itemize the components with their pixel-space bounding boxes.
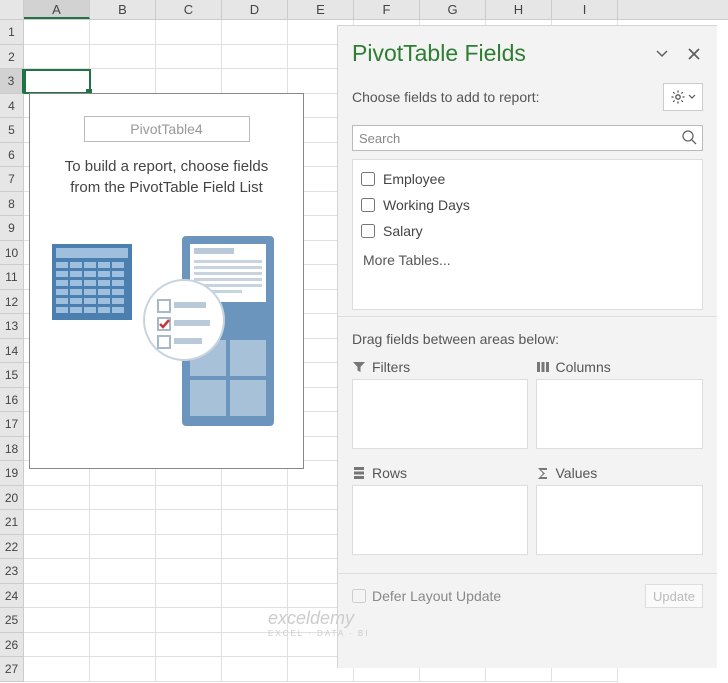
column-header-B[interactable]: B (90, 0, 156, 19)
columns-area: Columns (528, 355, 704, 461)
pane-menu-button[interactable] (653, 45, 671, 63)
column-headers: ABCDEFGHI (0, 0, 728, 20)
field-item-employee[interactable]: Employee (361, 166, 694, 192)
column-header-G[interactable]: G (420, 0, 486, 19)
column-header-I[interactable]: I (552, 0, 618, 19)
row-header-24[interactable]: 24 (0, 584, 24, 609)
row-header-26[interactable]: 26 (0, 633, 24, 658)
pivottable-illustration (30, 230, 303, 430)
field-list: Employee Working Days Salary More Tables… (352, 159, 703, 310)
sigma-icon (536, 466, 550, 480)
pivottable-name-box: PivotTable4 (84, 116, 250, 142)
column-header-C[interactable]: C (156, 0, 222, 19)
values-area: Values (528, 461, 704, 567)
column-header-H[interactable]: H (486, 0, 552, 19)
row-header-8[interactable]: 8 (0, 192, 24, 217)
column-header-A[interactable]: A (24, 0, 90, 19)
column-header-F[interactable]: F (354, 0, 420, 19)
row-header-6[interactable]: 6 (0, 143, 24, 168)
pane-title: PivotTable Fields (352, 40, 639, 67)
search-icon (681, 129, 697, 150)
filters-area: Filters (352, 355, 528, 461)
field-checkbox[interactable] (361, 172, 375, 186)
row-header-17[interactable]: 17 (0, 412, 24, 437)
row-header-10[interactable]: 10 (0, 241, 24, 266)
row-header-25[interactable]: 25 (0, 608, 24, 633)
row-header-12[interactable]: 12 (0, 290, 24, 315)
row-header-7[interactable]: 7 (0, 167, 24, 192)
row-header-1[interactable]: 1 (0, 20, 24, 45)
columns-dropzone[interactable] (536, 379, 704, 449)
rows-dropzone[interactable] (352, 485, 528, 555)
row-header-15[interactable]: 15 (0, 363, 24, 388)
pivottable-hint: To build a report, choose fields from th… (30, 156, 303, 198)
values-dropzone[interactable] (536, 485, 704, 555)
field-checkbox[interactable] (361, 224, 375, 238)
column-header-E[interactable]: E (288, 0, 354, 19)
chevron-down-icon (688, 94, 696, 100)
row-header-16[interactable]: 16 (0, 388, 24, 413)
row-header-13[interactable]: 13 (0, 314, 24, 339)
field-item-salary[interactable]: Salary (361, 218, 694, 244)
filter-icon (352, 360, 366, 374)
row-header-5[interactable]: 5 (0, 118, 24, 143)
row-header-22[interactable]: 22 (0, 535, 24, 560)
row-header-3[interactable]: 3 (0, 69, 24, 94)
row-header-21[interactable]: 21 (0, 510, 24, 535)
row-header-11[interactable]: 11 (0, 265, 24, 290)
rows-area: Rows (352, 461, 528, 567)
columns-icon (536, 360, 550, 374)
pane-subtitle: Choose fields to add to report: (352, 89, 663, 105)
more-tables-link[interactable]: More Tables... (361, 244, 694, 276)
column-header-D[interactable]: D (222, 0, 288, 19)
row-header-27[interactable]: 27 (0, 657, 24, 682)
field-checkbox[interactable] (361, 198, 375, 212)
close-icon[interactable] (685, 45, 703, 63)
row-header-4[interactable]: 4 (0, 94, 24, 119)
rows-icon (352, 466, 366, 480)
row-headers: 1234567891011121314151617181920212223242… (0, 20, 24, 682)
select-all-corner[interactable] (0, 0, 24, 19)
areas-header: Drag fields between areas below: (338, 316, 717, 355)
row-header-14[interactable]: 14 (0, 339, 24, 364)
tools-dropdown-button[interactable] (663, 83, 703, 111)
pivottable-fields-pane: PivotTable Fields Choose fields to add t… (337, 25, 717, 668)
defer-layout-checkbox[interactable]: Defer Layout Update (352, 588, 645, 604)
update-button[interactable]: Update (645, 584, 703, 608)
row-header-20[interactable]: 20 (0, 486, 24, 511)
field-item-working-days[interactable]: Working Days (361, 192, 694, 218)
pivottable-placeholder: PivotTable4 To build a report, choose fi… (29, 93, 304, 469)
row-header-18[interactable]: 18 (0, 437, 24, 462)
row-header-23[interactable]: 23 (0, 559, 24, 584)
gear-icon (670, 89, 686, 105)
filters-dropzone[interactable] (352, 379, 528, 449)
row-header-2[interactable]: 2 (0, 45, 24, 70)
row-header-19[interactable]: 19 (0, 461, 24, 486)
row-header-9[interactable]: 9 (0, 216, 24, 241)
search-input[interactable] (352, 125, 703, 151)
